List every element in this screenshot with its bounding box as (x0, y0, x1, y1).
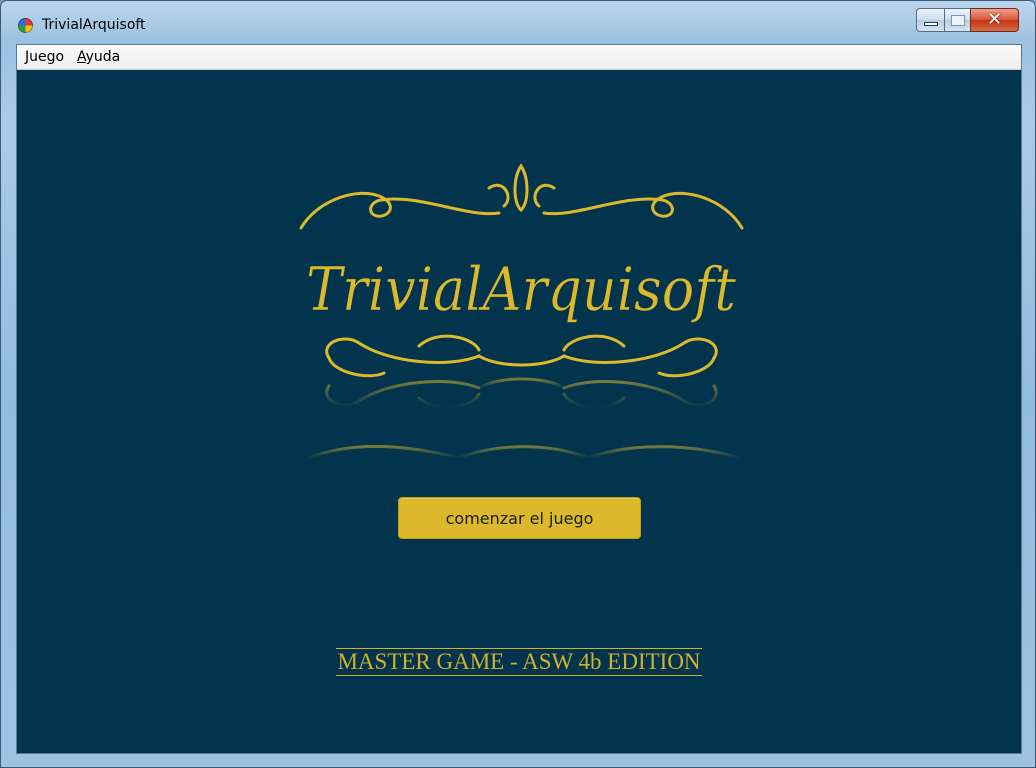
maximize-icon (950, 14, 965, 26)
app-window: TrivialArquisoft ✕ Juego Ayuda TrivialAr… (0, 0, 1036, 768)
logo-text: TrivialArquisoft (306, 255, 737, 325)
bottom-flourish (325, 334, 718, 378)
window-title: TrivialArquisoft (42, 17, 146, 33)
trivial-pie-icon[interactable] (18, 18, 33, 33)
logo-reflection (307, 377, 741, 460)
menu-bar: Juego Ayuda (17, 45, 1021, 70)
menu-juego-label: uego (29, 49, 65, 65)
menu-ayuda-mnemonic: A (77, 49, 86, 65)
client-area: Juego Ayuda TrivialArquisoft comenzar el… (16, 44, 1022, 754)
edition-text: MASTER GAME - ASW 4b EDITION (336, 648, 702, 676)
start-game-button[interactable]: comenzar el juego (398, 497, 641, 539)
minimize-button[interactable] (916, 8, 944, 32)
window-controls: ✕ (916, 8, 1019, 33)
top-flourish (299, 163, 744, 230)
close-icon: ✕ (986, 9, 1003, 30)
title-bar[interactable]: TrivialArquisoft ✕ (1, 1, 1035, 43)
menu-ayuda[interactable]: Ayuda (77, 49, 120, 65)
close-button[interactable]: ✕ (970, 8, 1019, 32)
trivialarquisoft-logo: TrivialArquisoft (299, 163, 744, 460)
edition-banner: MASTER GAME - ASW 4b EDITION (17, 648, 1021, 676)
menu-juego[interactable]: Juego (25, 49, 64, 65)
menu-ayuda-label: yuda (85, 49, 121, 65)
maximize-button[interactable] (944, 8, 970, 32)
minimize-icon (923, 22, 938, 26)
main-panel: TrivialArquisoft comenzar el juego MASTE… (17, 70, 1021, 753)
